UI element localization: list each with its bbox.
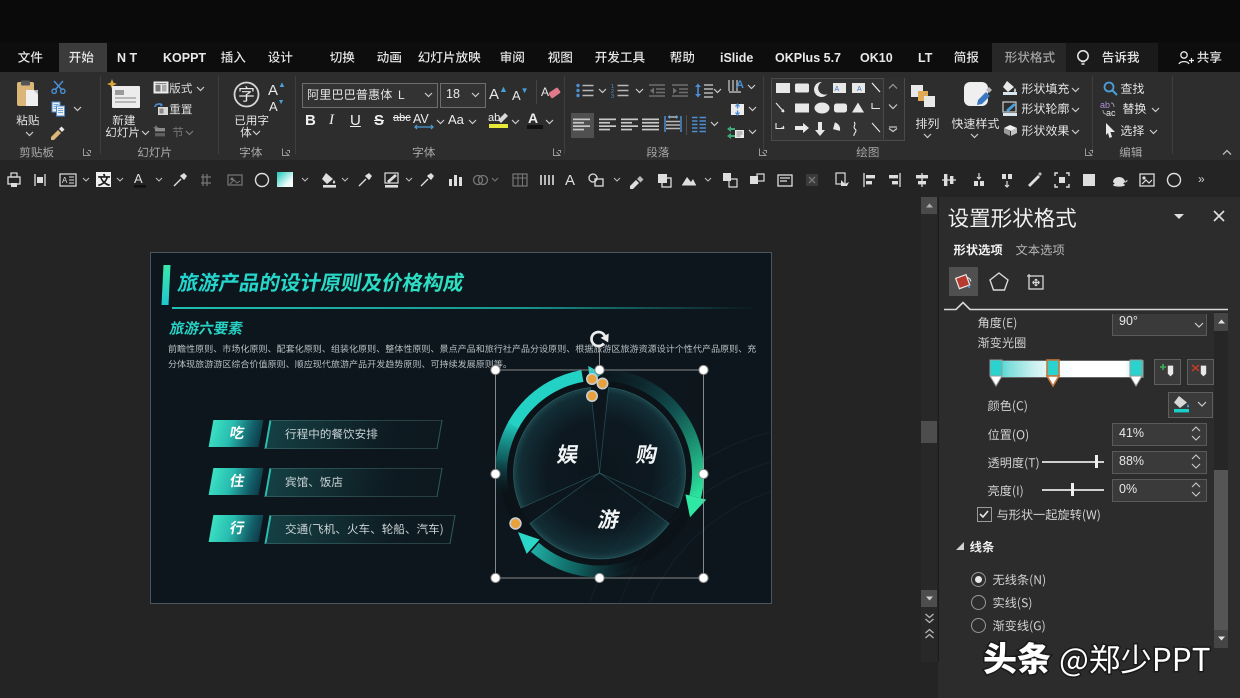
svg-text:A: A bbox=[62, 176, 68, 185]
svg-text:A: A bbox=[134, 171, 143, 186]
svg-text:A: A bbox=[736, 79, 744, 91]
svg-text:A: A bbox=[565, 172, 575, 189]
svg-text:AV: AV bbox=[413, 112, 429, 126]
svg-text:ac: ac bbox=[1106, 108, 1116, 117]
svg-text:3: 3 bbox=[611, 94, 614, 98]
svg-text:A: A bbox=[528, 110, 538, 126]
svg-text:A: A bbox=[857, 86, 862, 93]
svg-text:A: A bbox=[541, 85, 549, 99]
svg-text:ab: ab bbox=[488, 112, 500, 124]
svg-text:A: A bbox=[835, 86, 840, 93]
